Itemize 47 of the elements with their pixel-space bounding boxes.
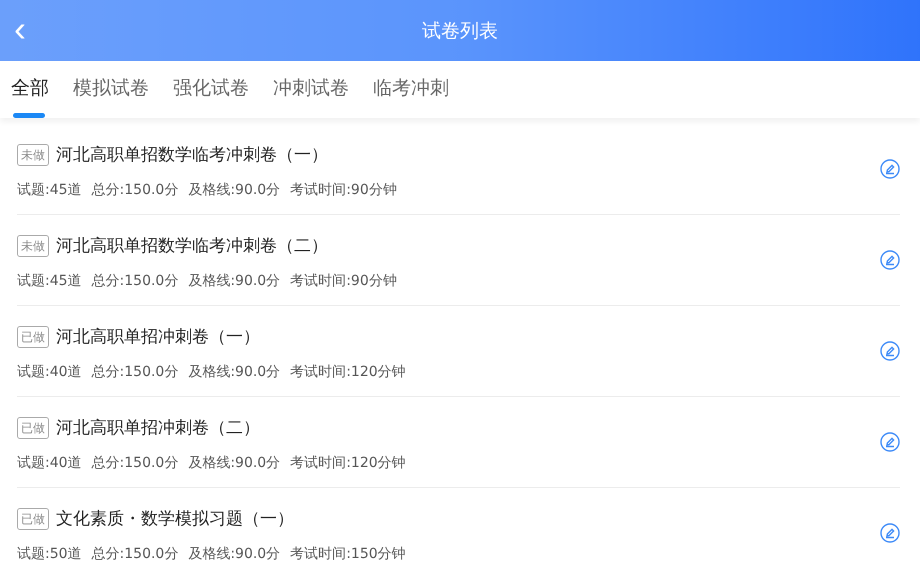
- paper-info: 总分:150.0分: [92, 363, 178, 381]
- tab[interactable]: 临考冲刺: [373, 61, 449, 118]
- edit-button[interactable]: [880, 432, 900, 452]
- status-tag: 未做: [17, 234, 49, 256]
- pencil-circle-icon: [880, 250, 900, 270]
- paper-info: 试题:40道: [17, 363, 82, 381]
- paper-info: 及格线:90.0分: [188, 363, 280, 381]
- paper-info: 考试时间:90分钟: [290, 272, 397, 290]
- paper-info: 考试时间:120分钟: [290, 454, 406, 472]
- edit-button[interactable]: [880, 250, 900, 270]
- paper-info: 总分:150.0分: [92, 272, 178, 290]
- pencil-circle-icon: [880, 523, 900, 543]
- edit-button[interactable]: [880, 523, 900, 543]
- page-title: 试卷列表: [422, 18, 498, 44]
- paper-title[interactable]: 河北高职单招冲刺卷（二）: [56, 416, 260, 439]
- paper-title[interactable]: 文化素质・数学模拟习题（一）: [56, 507, 294, 530]
- status-tag: 已做: [17, 326, 49, 348]
- pencil-circle-icon: [880, 159, 900, 179]
- paper-info: 考试时间:120分钟: [290, 363, 406, 381]
- pencil-circle-icon: [880, 341, 900, 361]
- paper-info: 及格线:90.0分: [188, 545, 280, 563]
- paper-info: 考试时间:150分钟: [290, 545, 406, 563]
- paper-info: 总分:150.0分: [92, 181, 178, 199]
- paper-info: 考试时间:90分钟: [290, 181, 397, 199]
- paper-info: 总分:150.0分: [92, 454, 178, 472]
- active-tab-indicator: [13, 113, 45, 118]
- edit-button[interactable]: [880, 341, 900, 361]
- tab[interactable]: 模拟试卷: [73, 61, 149, 118]
- paper-title[interactable]: 河北高职单招数学临考冲刺卷（一）: [56, 143, 328, 166]
- status-tag: 未做: [17, 144, 49, 166]
- paper-info: 试题:50道: [17, 545, 82, 563]
- paper-info: 及格线:90.0分: [188, 181, 280, 199]
- tab[interactable]: 强化试卷: [173, 61, 249, 118]
- tab[interactable]: 全部: [11, 61, 49, 118]
- status-tag: 已做: [17, 416, 49, 438]
- paper-info: 总分:150.0分: [92, 545, 178, 563]
- pencil-circle-icon: [880, 432, 900, 452]
- paper-info: 试题:40道: [17, 454, 82, 472]
- tab[interactable]: 冲刺试卷: [273, 61, 349, 118]
- paper-info: 试题:45道: [17, 272, 82, 290]
- paper-info: 试题:45道: [17, 181, 82, 199]
- paper-title[interactable]: 河北高职单招数学临考冲刺卷（二）: [56, 234, 328, 257]
- paper-info: 及格线:90.0分: [188, 454, 280, 472]
- edit-button[interactable]: [880, 159, 900, 179]
- status-tag: 已做: [17, 508, 49, 530]
- paper-title[interactable]: 河北高职单招冲刺卷（一）: [56, 325, 260, 348]
- paper-info: 及格线:90.0分: [188, 272, 280, 290]
